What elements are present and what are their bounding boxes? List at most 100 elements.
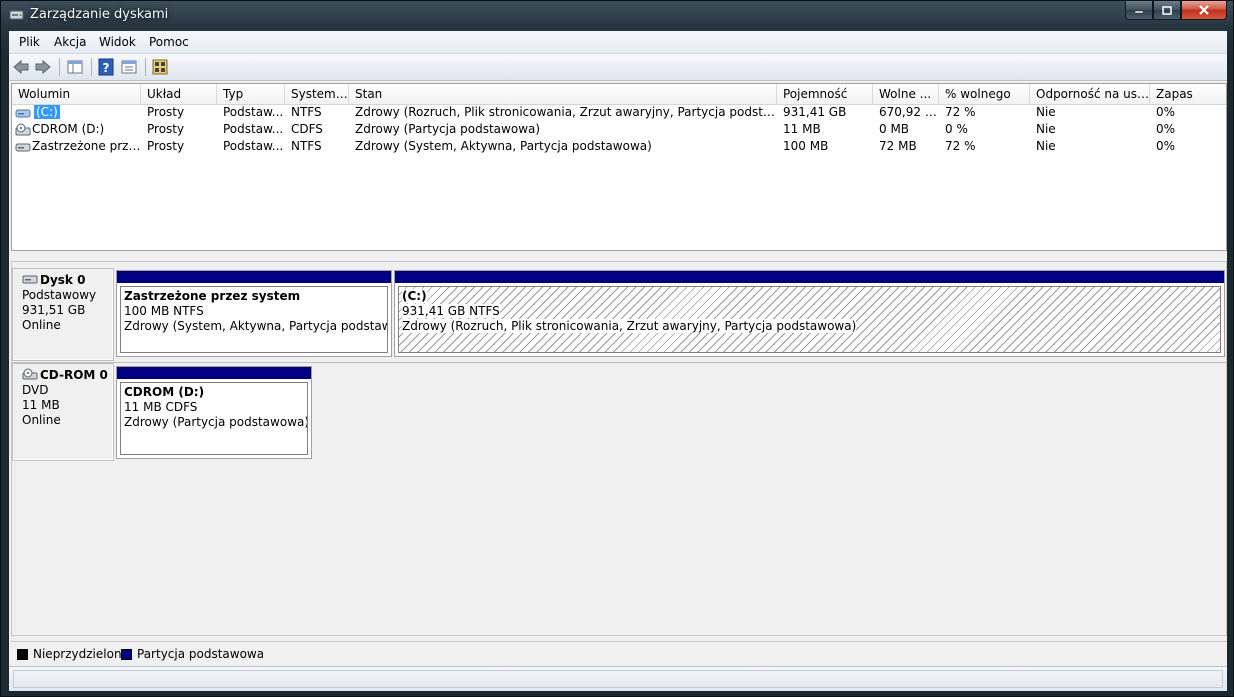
volume-capacity: 931,41 GB <box>783 105 847 119</box>
maximize-icon <box>1162 5 1172 15</box>
legend-item-unallocated: Nieprzydzielone <box>17 647 129 661</box>
toolbar-separator <box>145 58 146 76</box>
volume-name: (C:) <box>34 105 60 119</box>
toolbar-separator <box>91 58 92 76</box>
disk-0-label[interactable]: Dysk 0 Podstawowy 931,51 GB Online <box>12 268 114 361</box>
close-button[interactable] <box>1181 1 1227 20</box>
column-header-type[interactable]: Typ <box>217 84 285 104</box>
partition-type-bar <box>117 271 391 283</box>
legend-swatch <box>121 648 132 660</box>
partition-status: Zdrowy (System, Aktywna, Partycja podsta… <box>124 319 387 333</box>
column-header-capacity[interactable]: Pojemność <box>777 84 873 104</box>
hard-disk-icon <box>22 275 38 284</box>
forward-arrow-icon[interactable] <box>34 58 52 76</box>
column-header-free[interactable]: Wolne ... <box>873 84 939 104</box>
caption-buttons <box>1125 1 1227 21</box>
volume-filesystem: NTFS <box>291 139 322 153</box>
volume-overhead: 0% <box>1156 105 1176 119</box>
volume-overhead: 0% <box>1156 122 1176 136</box>
disk-name: Dysk 0 <box>40 273 86 287</box>
column-header-percent-free[interactable]: % wolnego <box>939 84 1030 104</box>
partition-c[interactable]: (C:) 931,41 GB NTFS Zdrowy (Rozruch, Pli… <box>394 270 1225 357</box>
disk-graphical-view: Dysk 0 Podstawowy 931,51 GB Online Zastr… <box>11 261 1227 636</box>
column-header-layout[interactable]: Układ <box>141 84 217 104</box>
table-row[interactable]: Zastrzeżone przez ... Prosty Podstaw... … <box>12 138 1226 155</box>
volume-list-header: Wolumin Układ Typ System ... Stan Pojemn… <box>12 84 1226 105</box>
volume-status: Zdrowy (Partycja podstawowa) <box>355 122 541 136</box>
help-icon[interactable]: ? <box>97 58 115 76</box>
minimize-icon <box>1134 10 1144 14</box>
column-header-volume[interactable]: Wolumin <box>12 84 141 104</box>
partition-size: 100 MB NTFS <box>124 304 204 318</box>
column-header-fault-tolerance[interactable]: Odporność na usz... <box>1030 84 1150 104</box>
status-bar <box>9 666 1227 691</box>
disk-name: CD-ROM 0 <box>40 368 108 382</box>
legend: Nieprzydzielone Partycja podstawowa <box>11 641 1227 664</box>
volume-fault-tolerance: Nie <box>1036 105 1056 119</box>
menu-action[interactable]: Akcja <box>54 35 86 49</box>
disk-settings-icon[interactable] <box>151 58 169 76</box>
volume-free: 0 MB <box>879 122 910 136</box>
console-tree-icon[interactable] <box>66 58 84 76</box>
partition-type-bar <box>117 367 311 379</box>
volume-type: Podstaw... <box>223 105 284 119</box>
partition-body: Zastrzeżone przez system 100 MB NTFS Zdr… <box>120 286 388 353</box>
volume-layout: Prosty <box>147 139 185 153</box>
partition-status: Zdrowy (Rozruch, Plik stronicowania, Zrz… <box>402 319 857 333</box>
column-header-overhead[interactable]: Zapas <box>1150 84 1226 104</box>
volume-filesystem: NTFS <box>291 105 322 119</box>
legend-label: Nieprzydzielone <box>33 647 129 661</box>
volume-filesystem: CDFS <box>291 122 323 136</box>
column-header-filesystem[interactable]: System ... <box>285 84 349 104</box>
toolbar-separator <box>59 58 60 76</box>
legend-swatch <box>17 648 28 660</box>
legend-label: Partycja podstawowa <box>137 647 265 661</box>
partition-name: (C:) <box>402 289 427 303</box>
disk-management-icon <box>9 10 24 20</box>
volume-layout: Prosty <box>147 105 185 119</box>
menu-help[interactable]: Pomoc <box>149 35 189 49</box>
partition-name: CDROM (D:) <box>124 385 205 399</box>
toolbar: ? <box>9 54 1227 81</box>
properties-icon[interactable] <box>120 58 138 76</box>
partition-size: 931,41 GB NTFS <box>402 304 500 318</box>
menu-view[interactable]: Widok <box>99 35 136 49</box>
partition-cdrom-d[interactable]: CDROM (D:) 11 MB CDFS Zdrowy (Partycja p… <box>116 366 312 459</box>
menu-bar: Plik Akcja Widok Pomoc <box>9 31 1227 54</box>
minimize-button[interactable] <box>1125 1 1153 20</box>
back-arrow-icon[interactable] <box>12 58 30 76</box>
disk-kind: DVD <box>22 383 49 397</box>
disk-state: Online <box>22 318 61 332</box>
volume-status: Zdrowy (Rozruch, Plik stronicowania, Zrz… <box>355 105 777 119</box>
volume-capacity: 100 MB <box>783 139 829 153</box>
partition-status: Zdrowy (Partycja podstawowa) <box>124 415 308 429</box>
volume-free: 72 MB <box>879 139 917 153</box>
table-row[interactable]: CDROM (D:) Prosty Podstaw... CDFS Zdrowy… <box>12 121 1226 138</box>
menu-file[interactable]: Plik <box>19 35 40 49</box>
volume-percent-free: 0 % <box>945 122 968 136</box>
table-row[interactable]: (C:) Prosty Podstaw... NTFS Zdrowy (Rozr… <box>12 104 1226 121</box>
volume-fault-tolerance: Nie <box>1036 122 1056 136</box>
cdrom-icon <box>22 368 38 380</box>
close-icon <box>1199 5 1209 15</box>
volume-name: Zastrzeżone przez ... <box>32 139 141 153</box>
volume-type: Podstaw... <box>223 122 284 136</box>
column-header-status[interactable]: Stan <box>349 84 777 104</box>
disk-size: 931,51 GB <box>22 303 86 317</box>
partition-system-reserved[interactable]: Zastrzeżone przez system 100 MB NTFS Zdr… <box>116 270 392 357</box>
partition-body-selected: (C:) 931,41 GB NTFS Zdrowy (Rozruch, Pli… <box>398 286 1221 353</box>
volume-percent-free: 72 % <box>945 105 976 119</box>
client-area: Plik Akcja Widok Pomoc ? Wolumin Układ T… <box>9 31 1227 691</box>
title-bar[interactable]: Zarządzanie dyskami <box>1 1 1233 31</box>
disk-size: 11 MB <box>22 398 60 412</box>
partition-size: 11 MB CDFS <box>124 400 198 414</box>
volume-list[interactable]: Wolumin Układ Typ System ... Stan Pojemn… <box>11 83 1227 251</box>
legend-item-primary: Partycja podstawowa <box>121 647 264 661</box>
volume-percent-free: 72 % <box>945 139 976 153</box>
pane-splitter[interactable] <box>9 253 1227 261</box>
disk-state: Online <box>22 413 61 427</box>
cdrom-0-label[interactable]: CD-ROM 0 DVD 11 MB Online <box>12 363 114 461</box>
maximize-button[interactable] <box>1153 1 1181 20</box>
volume-layout: Prosty <box>147 122 185 136</box>
window-frame: Zarządzanie dyskami Plik Akcja Widok Pom… <box>0 0 1234 697</box>
